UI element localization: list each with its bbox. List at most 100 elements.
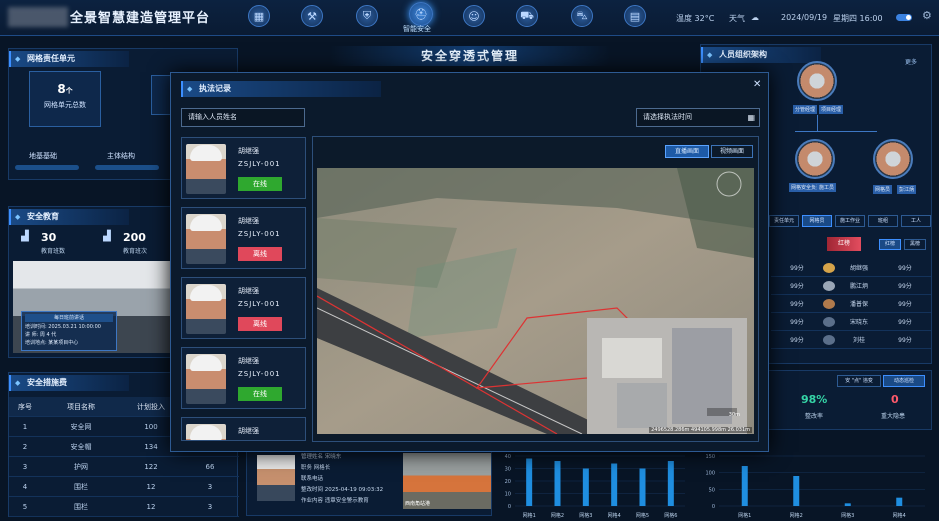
training-time: 培训时间: 2025.03.21 10:00:00 <box>25 324 101 330</box>
person-detail-panel: 管理姓名 宋晓东 职务 网格长 联系电话 整改时间 2025-04-19 09:… <box>246 450 492 516</box>
name-search-input[interactable]: 请输入人员姓名 <box>181 108 305 127</box>
bar[interactable] <box>554 461 561 506</box>
bar[interactable] <box>844 503 851 506</box>
person-field: 整改时间 2025-04-19 09:03:32 <box>301 487 384 493</box>
rank-row[interactable]: 99分 潘普保 99分 <box>771 295 931 313</box>
rank-row[interactable]: 99分 胡继强 99分 <box>771 259 931 277</box>
tab-grid-member[interactable]: 网格员 <box>802 215 832 227</box>
y-tick-label: 20 <box>505 479 511 485</box>
org-avatar-manager[interactable] <box>797 61 837 101</box>
dashboard-icon[interactable]: ▦ <box>248 5 270 27</box>
training-info-card: 每日班前讲话 培训时间: 2025.03.21 10:00:00 讲 师: 周 … <box>21 311 117 351</box>
person-card[interactable]: 胡继强 <box>181 417 306 441</box>
person-card[interactable]: 胡继强 ZSJLY-001 在线 <box>181 347 306 409</box>
person-name: 胡继强 <box>238 357 259 365</box>
weather-label: 天气 <box>729 14 745 23</box>
y-tick-label: 150 <box>705 454 715 460</box>
live-view-button[interactable]: 直播画面 <box>665 145 709 158</box>
bar[interactable] <box>639 468 646 507</box>
shield-icon[interactable]: ⛨ <box>356 5 378 27</box>
person-card[interactable]: 胡继强 ZSJLY-001 离线 <box>181 207 306 269</box>
edu-stat1-value: 30 <box>41 231 57 244</box>
rectify-rate-label: 整改率 <box>805 413 824 420</box>
org-label: 项目经理 <box>819 105 844 114</box>
filter-black[interactable]: 黑榜 <box>904 239 926 250</box>
table-row[interactable]: 3 护网 122 66 <box>9 457 239 477</box>
tab-main-structure[interactable]: 主体结构 <box>107 151 135 161</box>
rank-score: 99分 <box>898 337 912 344</box>
bar[interactable] <box>582 468 589 507</box>
replay-view-button[interactable]: 视频画面 <box>711 145 753 158</box>
site-photo[interactable]: 西南角站港 <box>403 453 491 509</box>
bar[interactable] <box>611 463 618 507</box>
class-icon: ▟ <box>103 231 111 242</box>
person-id: ZSJLY-001 <box>238 300 281 308</box>
org-avatar-grid[interactable] <box>873 139 913 179</box>
tab-worker[interactable]: 工人 <box>901 215 931 227</box>
person-card[interactable]: 胡继强 ZSJLY-001 在线 <box>181 137 306 199</box>
time-picker-input[interactable]: 请选择执法时间 ▦ <box>636 108 760 127</box>
training-card-title: 每日班前讲话 <box>25 314 113 322</box>
person-id: ZSJLY-001 <box>238 230 281 238</box>
tab-team[interactable]: 班组 <box>868 215 898 227</box>
cart-icon[interactable]: ⛍ <box>571 5 593 27</box>
safety-icon[interactable]: ⛑ <box>409 2 433 26</box>
theme-toggle[interactable] <box>896 14 912 21</box>
tab-point-change[interactable]: 安 "点" 违变 <box>837 375 881 387</box>
org-connector <box>817 115 818 131</box>
tab-dynamic-inspection[interactable]: 动态巡检 <box>883 375 925 387</box>
table-cell: 2 <box>22 442 28 451</box>
medal-icon <box>823 262 835 273</box>
table-cell: 122 <box>144 462 158 471</box>
major-hazard-value: 0 <box>891 393 899 406</box>
grid-panel-title: 网格责任单元 <box>9 51 129 67</box>
bar[interactable] <box>741 466 748 506</box>
close-icon[interactable]: ✕ <box>753 79 761 90</box>
tab-responsible-unit[interactable]: 责任单元 <box>769 215 799 227</box>
aerial-site-photo[interactable]: 30m 2496528.286m 494105.998m 26.031m <box>317 168 754 434</box>
more-link[interactable]: 更多 <box>905 57 917 66</box>
org-label: 彭江炳 <box>897 185 917 194</box>
person-field: 管理姓名 宋晓东 <box>301 454 342 460</box>
rank-row[interactable]: 99分 鹏江炳 99分 <box>771 277 931 295</box>
vehicle-icon[interactable]: ⛟ <box>516 5 538 27</box>
person-name: 胡继强 <box>238 427 259 435</box>
tool-icon[interactable]: ⚒ <box>301 5 323 27</box>
law-enforcement-modal: 执法记录 ✕ 请输入人员姓名 请选择执法时间 ▦ 胡继强 ZSJLY-001 在… <box>170 72 769 452</box>
person-name: 胡继强 <box>238 147 259 155</box>
table-cell: 围栏 <box>74 482 88 491</box>
x-tick-label: 网格4 <box>893 512 906 519</box>
rank-score: 99分 <box>790 283 804 290</box>
bar[interactable] <box>793 476 800 506</box>
table-row[interactable]: 4 围栏 12 3 <box>9 477 239 497</box>
bar[interactable] <box>526 458 533 507</box>
table-row[interactable]: 5 围栏 12 3 <box>9 497 239 517</box>
filter-red[interactable]: 红榜 <box>879 239 901 250</box>
calendar-icon[interactable]: ▦ <box>747 109 755 126</box>
tab-construction[interactable]: 施工作业 <box>835 215 865 227</box>
measures-panel-title: 安全措施费 <box>9 375 129 391</box>
edu-stat2-value: 200 <box>123 231 146 244</box>
grid-bar-chart-1: 40 30 20 10 0 网格1 网格2 网格3 网格4 网格5 网格6 <box>505 454 685 519</box>
rank-score: 99分 <box>790 265 804 272</box>
person-card[interactable]: 胡继强 ZSJLY-001 离线 <box>181 277 306 339</box>
rank-score: 99分 <box>898 283 912 290</box>
x-tick-label: 网格3 <box>841 512 854 519</box>
person-icon[interactable]: ☺ <box>463 5 485 27</box>
rank-row[interactable]: 99分 宋晓东 99分 <box>771 313 931 331</box>
table-cell: 12 <box>146 502 156 511</box>
time-picker-placeholder: 请选择执法时间 <box>643 113 692 121</box>
gear-icon[interactable]: ⚙ <box>922 9 932 22</box>
table-cell: 5 <box>22 502 28 511</box>
person-id: ZSJLY-001 <box>238 160 281 168</box>
org-avatar-safety[interactable] <box>795 139 835 179</box>
y-tick-label: 0 <box>712 504 715 510</box>
cloud-icon: ☁ <box>751 13 759 22</box>
bar[interactable] <box>667 461 674 506</box>
document-icon[interactable]: ▤ <box>624 5 646 27</box>
rank-row[interactable]: 99分 刘桂 99分 <box>771 331 931 349</box>
y-tick-label: 50 <box>709 487 715 493</box>
training-photo[interactable]: 每日班前讲话 培训时间: 2025.03.21 10:00:00 讲 师: 周 … <box>13 261 175 353</box>
tab-foundation[interactable]: 地基基础 <box>29 151 57 161</box>
bar[interactable] <box>896 497 903 506</box>
